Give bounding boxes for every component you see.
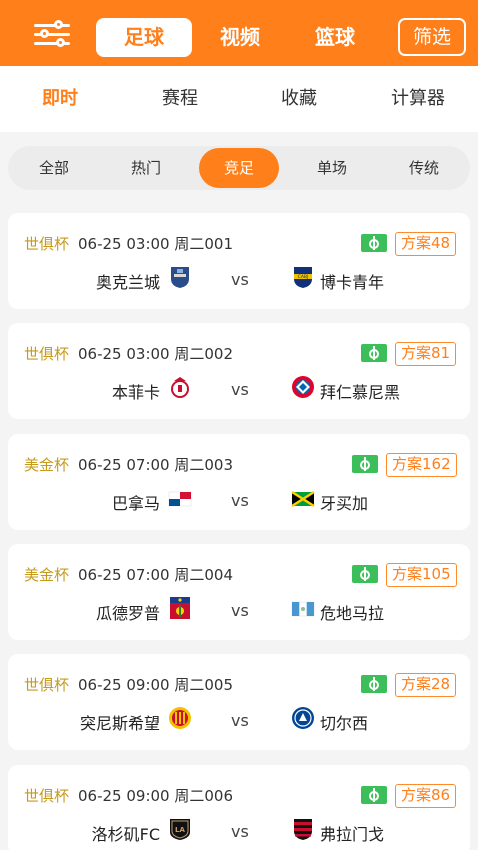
flamengo-logo bbox=[294, 819, 312, 840]
match-time: 06-25 07:00 周二004 bbox=[78, 564, 233, 585]
guadeloupe-flag bbox=[170, 597, 190, 619]
vs-label: vs bbox=[231, 270, 249, 289]
pitch-icon bbox=[361, 675, 387, 693]
pitch-icon bbox=[361, 786, 387, 804]
match-card[interactable]: 世俱杯 06-25 03:00 周二002 方案81 本菲卡 vs 拜仁慕尼黑 bbox=[8, 323, 470, 419]
benfica-logo bbox=[171, 377, 189, 398]
home-team: 洛杉矶FC bbox=[91, 825, 160, 844]
match-code: 周二004 bbox=[174, 566, 234, 584]
away-team: 切尔西 bbox=[320, 714, 369, 733]
away-team: 拜仁慕尼黑 bbox=[320, 383, 401, 402]
match-card[interactable]: 世俱杯 06-25 09:00 周二005 方案28 突尼斯希望 vs 切尔西 bbox=[8, 654, 470, 750]
match-card[interactable]: 世俱杯 06-25 09:00 周二006 方案86 洛杉矶FC LA vs 弗… bbox=[8, 765, 470, 850]
plan-badge[interactable]: 方案86 bbox=[395, 784, 457, 808]
match-card[interactable]: 美金杯 06-25 07:00 周二004 方案105 瓜德罗普 vs 危地马拉 bbox=[8, 544, 470, 640]
chelsea-logo bbox=[292, 707, 314, 729]
league-name: 美金杯 bbox=[24, 456, 70, 474]
bayern-munich-logo bbox=[292, 376, 314, 398]
home-team: 奥克兰城 bbox=[95, 273, 160, 292]
plan-badge[interactable]: 方案48 bbox=[395, 232, 457, 256]
home-team: 本菲卡 bbox=[111, 383, 160, 402]
match-card[interactable]: 美金杯 06-25 07:00 周二003 方案162 巴拿马 vs 牙买加 bbox=[8, 434, 470, 530]
match-time: 06-25 03:00 周二002 bbox=[78, 343, 233, 364]
match-time: 06-25 03:00 周二001 bbox=[78, 233, 233, 254]
svg-text:LA: LA bbox=[175, 826, 185, 834]
away-team: 牙买加 bbox=[320, 494, 369, 513]
panama-flag bbox=[168, 491, 192, 507]
plan-badge[interactable]: 方案81 bbox=[395, 342, 457, 366]
league-name: 世俱杯 bbox=[24, 235, 70, 253]
pitch-icon bbox=[352, 565, 378, 583]
match-time: 06-25 09:00 周二005 bbox=[78, 674, 233, 695]
match-code: 周二003 bbox=[174, 456, 234, 474]
vs-label: vs bbox=[231, 822, 249, 841]
match-time: 06-25 09:00 周二006 bbox=[78, 785, 233, 806]
esperance-tunis-logo bbox=[169, 707, 191, 729]
jamaica-flag bbox=[291, 490, 315, 508]
away-team: 博卡青年 bbox=[320, 273, 385, 292]
match-card[interactable]: 世俱杯 06-25 03:00 周二001 方案48 奥克兰城 vs CABJ … bbox=[8, 213, 470, 309]
match-datetime: 06-25 03:00 bbox=[78, 345, 170, 363]
plan-badge[interactable]: 方案105 bbox=[386, 563, 457, 587]
league-name: 世俱杯 bbox=[24, 345, 70, 363]
pitch-icon bbox=[361, 344, 387, 362]
lafc-logo: LA bbox=[170, 819, 190, 840]
league-name: 世俱杯 bbox=[24, 676, 70, 694]
vs-label: vs bbox=[231, 711, 249, 730]
league-name: 世俱杯 bbox=[24, 787, 70, 805]
pitch-icon bbox=[352, 455, 378, 473]
match-datetime: 06-25 09:00 bbox=[78, 676, 170, 694]
vs-label: vs bbox=[231, 380, 249, 399]
match-datetime: 06-25 07:00 bbox=[78, 566, 170, 584]
match-datetime: 06-25 07:00 bbox=[78, 456, 170, 474]
match-code: 周二005 bbox=[174, 676, 234, 694]
league-name: 美金杯 bbox=[24, 566, 70, 584]
guatemala-flag bbox=[291, 601, 315, 617]
home-team: 巴拿马 bbox=[111, 494, 160, 513]
auckland-city-logo bbox=[171, 267, 189, 288]
vs-label: vs bbox=[231, 491, 249, 510]
match-datetime: 06-25 03:00 bbox=[78, 235, 170, 253]
home-team: 瓜德罗普 bbox=[95, 604, 160, 623]
home-team: 突尼斯希望 bbox=[79, 714, 160, 733]
away-team: 弗拉门戈 bbox=[320, 825, 385, 844]
boca-juniors-logo: CABJ bbox=[294, 267, 312, 288]
match-code: 周二001 bbox=[174, 235, 234, 253]
match-list: 世俱杯 06-25 03:00 周二001 方案48 奥克兰城 vs CABJ … bbox=[0, 0, 478, 850]
away-team: 危地马拉 bbox=[320, 604, 385, 623]
match-datetime: 06-25 09:00 bbox=[78, 787, 170, 805]
vs-label: vs bbox=[231, 601, 249, 620]
svg-text:CABJ: CABJ bbox=[298, 274, 309, 280]
match-code: 周二006 bbox=[174, 787, 234, 805]
plan-badge[interactable]: 方案162 bbox=[386, 453, 457, 477]
plan-badge[interactable]: 方案28 bbox=[395, 673, 457, 697]
match-code: 周二002 bbox=[174, 345, 234, 363]
match-time: 06-25 07:00 周二003 bbox=[78, 454, 233, 475]
pitch-icon bbox=[361, 234, 387, 252]
